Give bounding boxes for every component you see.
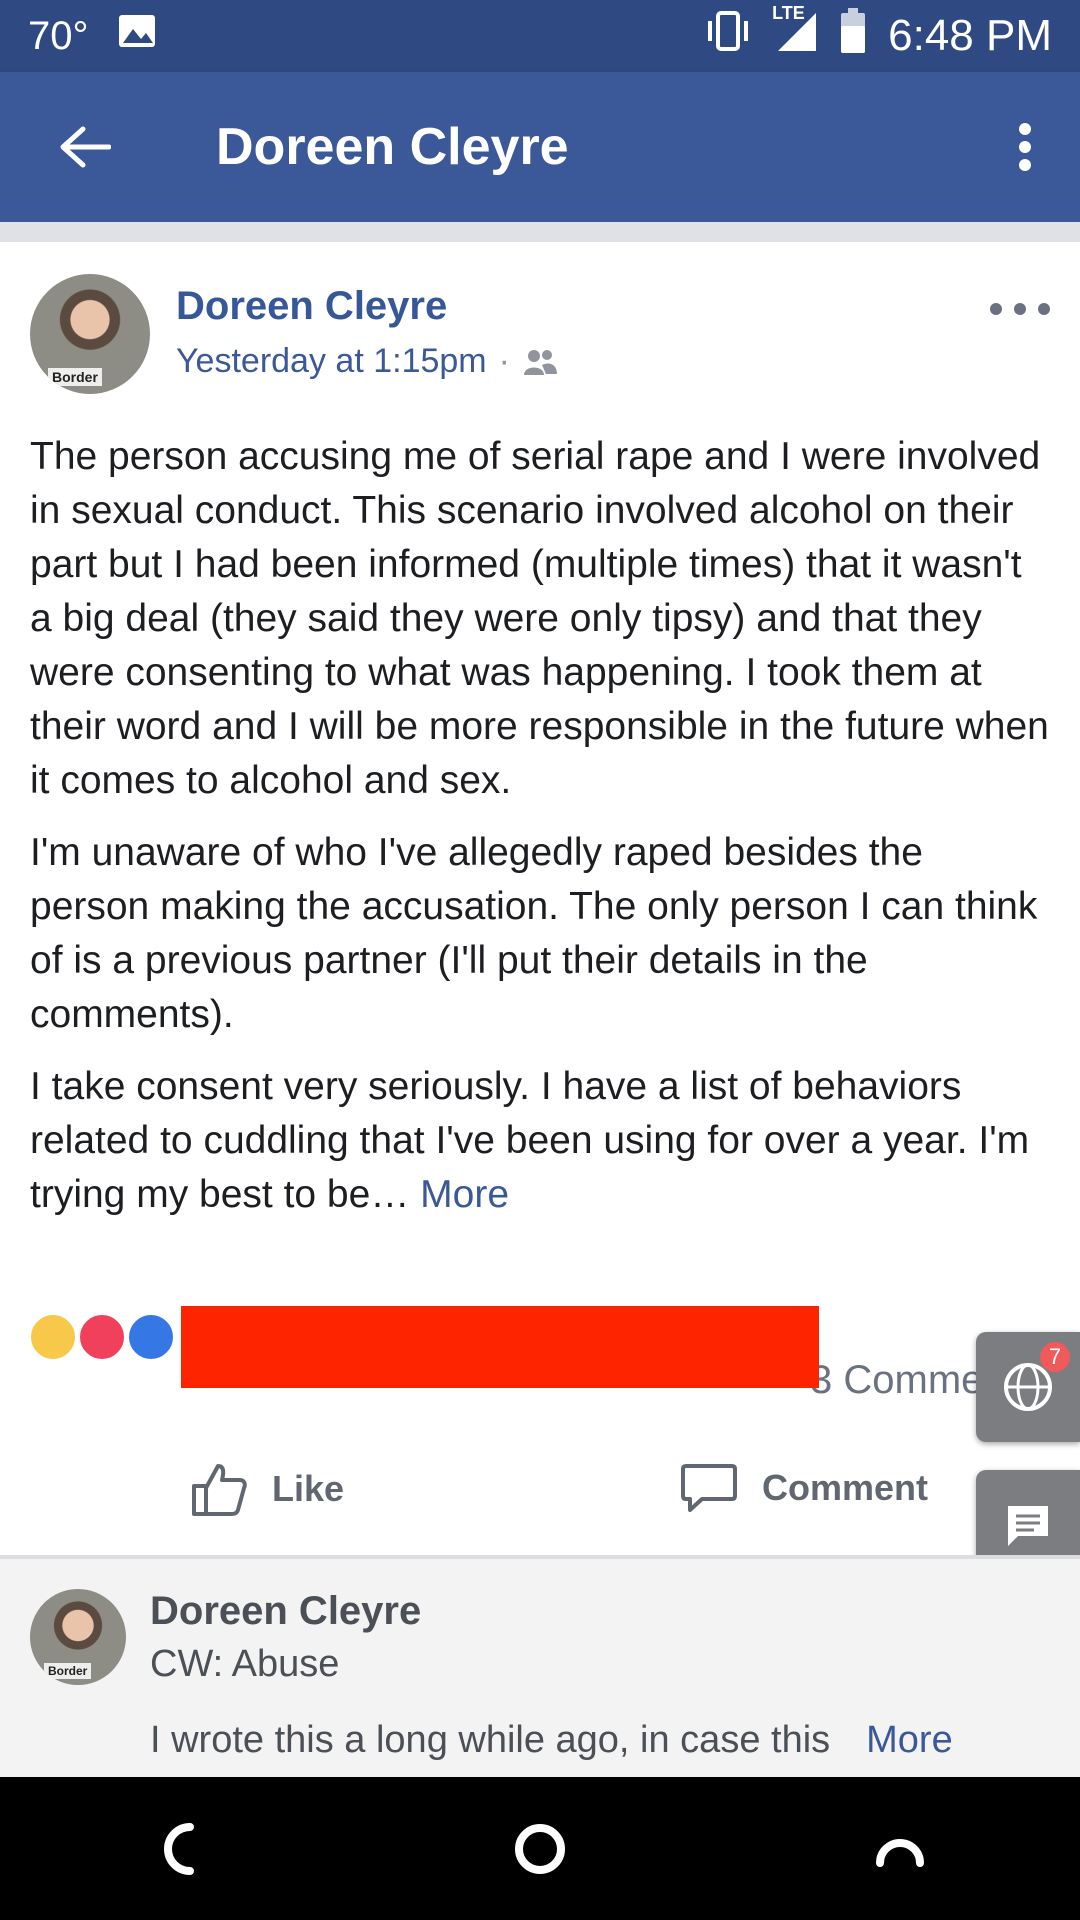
post-header: Border Doreen Cleyre Yesterday at 1:15pm…: [0, 242, 1080, 394]
recents-nav-icon: [876, 1838, 924, 1867]
next-post-subtitle: CW: Abuse: [150, 1643, 340, 1685]
clock-text: 6:48 PM: [888, 11, 1052, 60]
feed-divider: [0, 222, 1080, 242]
system-nav-bar: [0, 1777, 1080, 1920]
more-dot: [1038, 303, 1050, 315]
post-author-name[interactable]: Doreen Cleyre: [176, 284, 447, 329]
like-label: Like: [272, 1468, 345, 1509]
post-paragraph-last: I take consent very seriously. I have a …: [30, 1060, 1050, 1222]
image-notification-icon: [117, 11, 157, 61]
next-post: Border Doreen Cleyre CW: Abuse I wrote t…: [0, 1559, 1080, 1779]
see-more-link[interactable]: More: [420, 1173, 509, 1216]
comment-bubble-icon: [681, 1464, 737, 1512]
post-action-bar: Like Comment: [0, 1440, 1080, 1555]
friends-audience-icon: [523, 349, 557, 375]
like-reaction-icon[interactable]: [126, 1312, 176, 1362]
post-paragraph: I'm unaware of who I've allegedly raped …: [30, 831, 1038, 1036]
page-title: Doreen Cleyre: [216, 118, 569, 176]
signal-icon: LTE: [772, 3, 818, 63]
comment-button[interactable]: Comment: [680, 1460, 928, 1516]
temperature-text: 70°: [28, 13, 89, 58]
meta-separator: ·: [498, 342, 510, 380]
nav-back-button[interactable]: [120, 1789, 240, 1909]
vibrate-icon: [704, 9, 752, 63]
post-body: The person accusing me of serial rape an…: [0, 430, 1080, 1222]
post-options-button[interactable]: [990, 294, 1050, 324]
next-post-preview: I wrote this a long while ago, in case t…: [150, 1719, 953, 1762]
app-bar: Doreen Cleyre: [0, 72, 1080, 222]
avatar-badge: Border: [44, 1663, 92, 1679]
more-dot: [1014, 303, 1026, 315]
avatar-badge: Border: [48, 368, 102, 386]
home-nav-icon: [515, 1823, 565, 1874]
more-dots-icon: [990, 303, 1002, 315]
next-post-author[interactable]: Doreen Cleyre: [150, 1589, 421, 1634]
reactions-row: 3 Comments: [0, 1306, 1080, 1402]
post: Border Doreen Cleyre Yesterday at 1:15pm…: [0, 242, 1080, 1240]
next-post-more-link[interactable]: More: [866, 1719, 953, 1761]
back-nav-icon: [164, 1822, 194, 1875]
love-reaction-icon[interactable]: [77, 1312, 127, 1362]
battery-icon: [840, 8, 866, 64]
post-paragraph: The person accusing me of serial rape an…: [30, 435, 1049, 802]
next-post-preview-text: I wrote this a long while ago, in case t…: [150, 1719, 831, 1761]
overflow-menu-button[interactable]: [970, 72, 1080, 222]
nav-home-button[interactable]: [480, 1789, 600, 1909]
avatar[interactable]: Border: [30, 274, 150, 394]
back-button[interactable]: [0, 72, 170, 222]
back-arrow-icon: [60, 126, 111, 168]
post-timestamp[interactable]: Yesterday at 1:15pm: [176, 342, 487, 381]
post-meta: Yesterday at 1:15pm ·: [176, 342, 558, 381]
sad-reaction-icon[interactable]: [28, 1312, 78, 1362]
floating-globe-button[interactable]: 7: [976, 1332, 1080, 1442]
avatar[interactable]: Border: [30, 1589, 126, 1685]
redaction-box: [181, 1306, 819, 1388]
post-paragraph-text: I take consent very seriously. I have a …: [30, 1065, 1030, 1216]
comment-label: Comment: [762, 1467, 929, 1508]
vertical-dots-icon: [1019, 123, 1031, 171]
like-button[interactable]: Like: [190, 1460, 344, 1518]
notification-badge: 7: [1040, 1342, 1070, 1372]
nav-recents-button[interactable]: [840, 1789, 960, 1909]
thumbs-up-icon: [192, 1464, 247, 1516]
status-bar: 70° LTE 6:48 PM: [0, 0, 1080, 72]
